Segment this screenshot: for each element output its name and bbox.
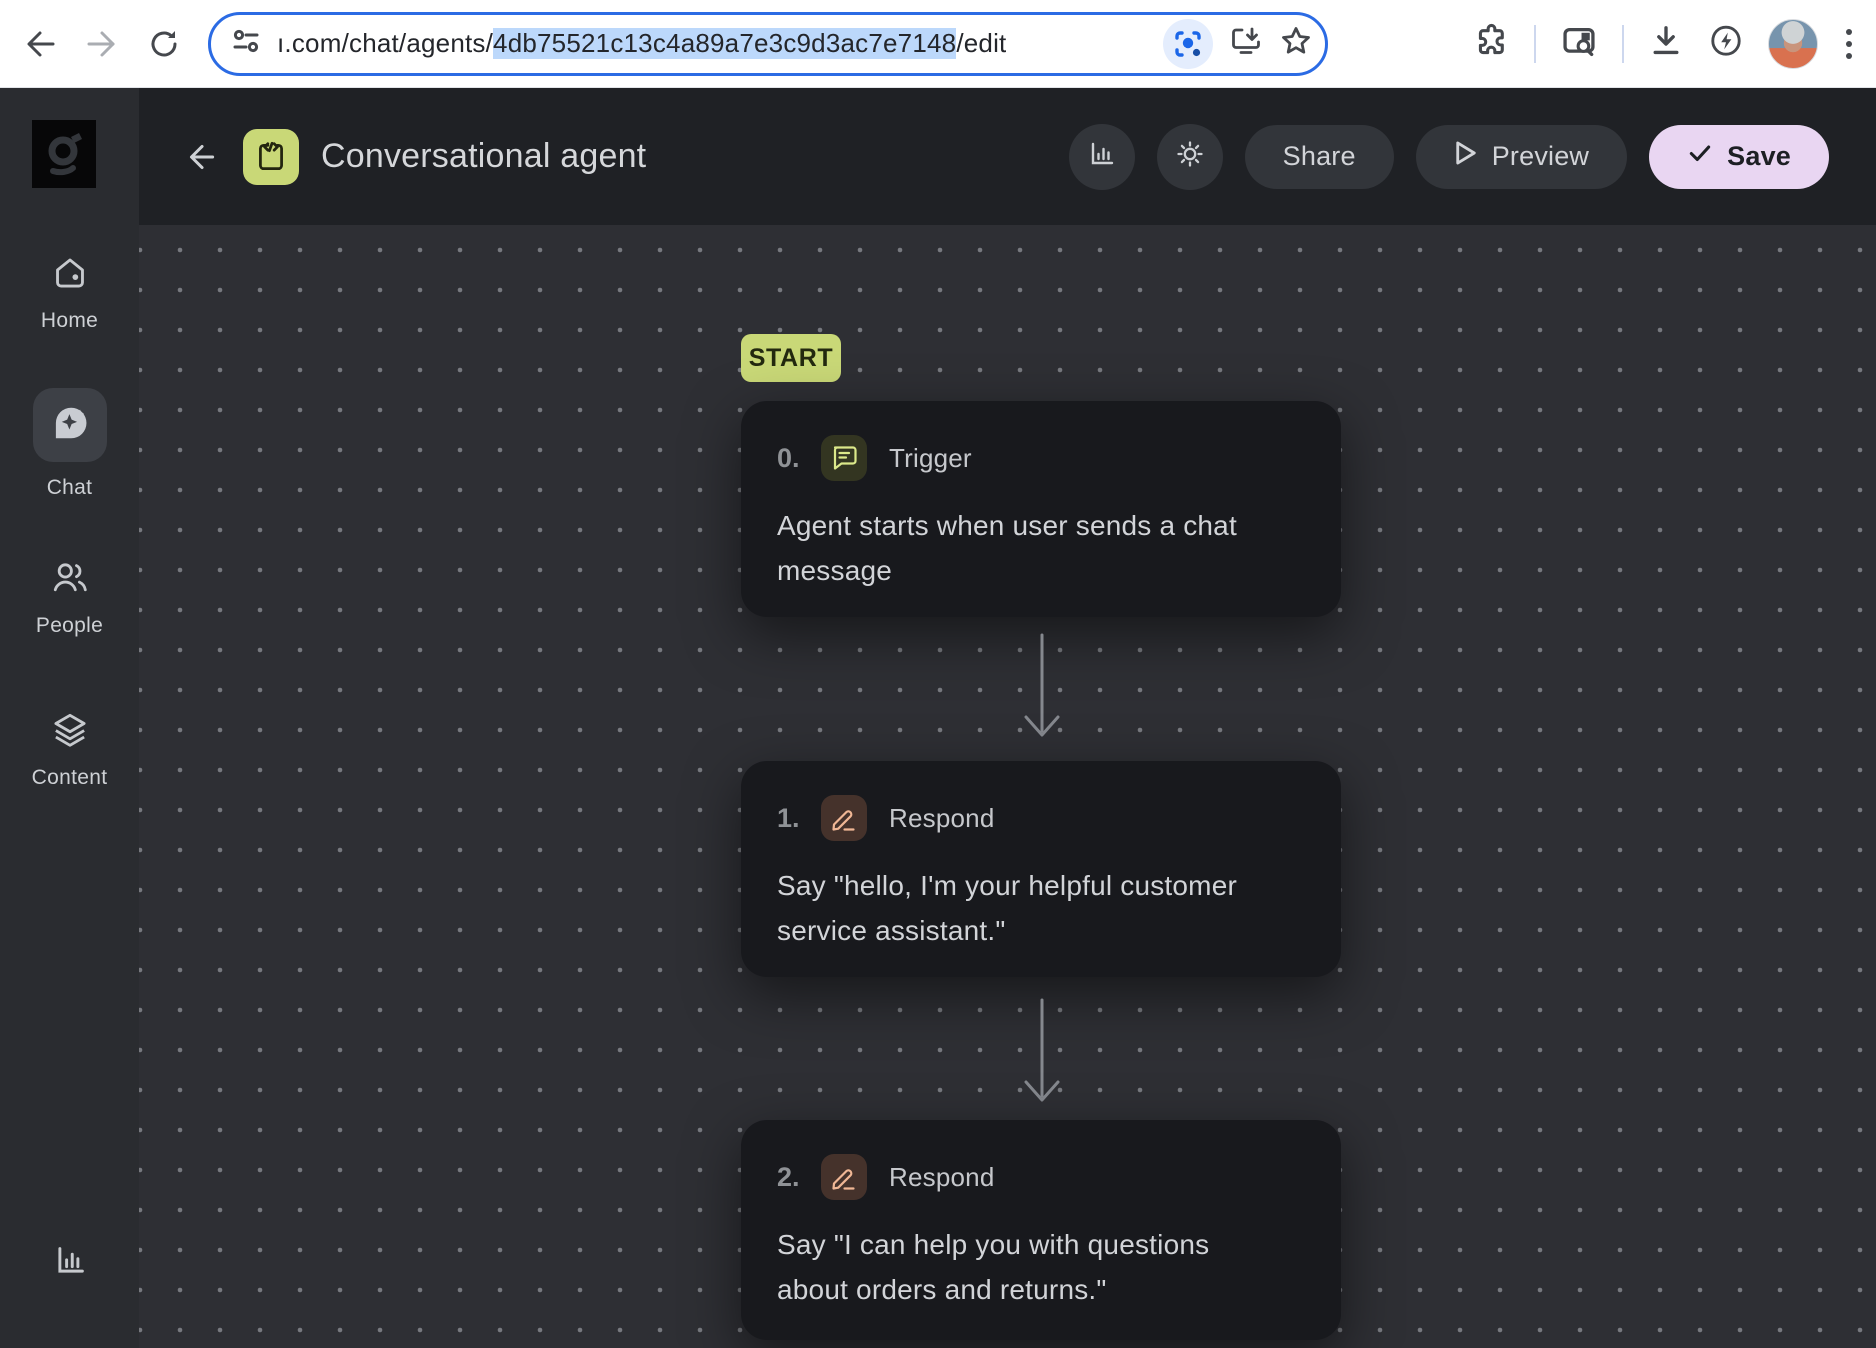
node-index: 1.: [777, 803, 821, 834]
agent-header: Conversational agent Share: [139, 88, 1876, 225]
connector-arrow: [1022, 998, 1062, 1108]
analytics-button[interactable]: [1069, 124, 1135, 190]
app-logo[interactable]: [32, 120, 96, 188]
sidebar-item-home[interactable]: Home: [0, 251, 139, 333]
sidebar-item-label: Home: [41, 309, 98, 333]
home-icon: [51, 251, 89, 295]
back-icon[interactable]: [18, 22, 62, 66]
profile-avatar[interactable]: [1768, 19, 1818, 69]
extensions-icon[interactable]: [1474, 23, 1510, 64]
bookmark-star-icon[interactable]: [1279, 24, 1313, 63]
flow-node-respond[interactable]: 1. Respond Say "hello, I'm your helpful …: [741, 761, 1341, 977]
site-settings-icon[interactable]: [231, 26, 261, 61]
lens-icon[interactable]: [1163, 19, 1213, 69]
people-icon: [50, 556, 90, 600]
node-type-label: Respond: [889, 803, 994, 834]
sidebar-item-chat[interactable]: Chat: [0, 388, 139, 500]
url-selected-text: 4db75521c13c4a89a7e3c9d3ac7e7148: [493, 28, 956, 59]
sidebar-item-people[interactable]: People: [0, 556, 139, 638]
forward-icon[interactable]: [80, 22, 124, 66]
browser-menu-icon[interactable]: [1842, 25, 1856, 63]
page-title[interactable]: Conversational agent: [321, 137, 646, 176]
sidebar: Home Chat People Con: [0, 88, 139, 1348]
toolbar-divider: [1622, 25, 1624, 63]
sidebar-item-label: Chat: [47, 476, 93, 500]
sidebar-item-label: Content: [32, 766, 108, 790]
url-bar[interactable]: ı.com/chat/agents/4db75521c13c4a89a7e3c9…: [208, 12, 1328, 76]
energy-saver-icon[interactable]: [1708, 23, 1744, 64]
gear-icon: [1173, 137, 1207, 176]
download-icon[interactable]: [1648, 23, 1684, 64]
analytics-icon: [1086, 138, 1118, 175]
settings-button[interactable]: [1157, 124, 1223, 190]
sidebar-item-content[interactable]: Content: [0, 708, 139, 790]
url-text[interactable]: ı.com/chat/agents/4db75521c13c4a89a7e3c9…: [277, 28, 1006, 59]
browser-toolbar: ı.com/chat/agents/4db75521c13c4a89a7e3c9…: [0, 0, 1876, 88]
share-button[interactable]: Share: [1245, 125, 1394, 189]
pen-icon: [821, 795, 867, 841]
save-page-icon[interactable]: [1229, 24, 1263, 63]
agent-code-icon: [243, 129, 299, 185]
chat-sparkle-icon: [50, 403, 90, 448]
node-index: 2.: [777, 1162, 821, 1193]
message-icon: [821, 435, 867, 481]
reload-icon[interactable]: [142, 22, 186, 66]
node-type-label: Respond: [889, 1162, 994, 1193]
pen-icon: [821, 1154, 867, 1200]
side-panel-search-icon[interactable]: [1560, 22, 1598, 65]
node-body-text: Say "hello, I'm your helpful customer se…: [777, 863, 1277, 953]
node-body-text: Say "I can help you with questions about…: [777, 1222, 1277, 1312]
flow-canvas[interactable]: START 0. Trigger Agent starts when user …: [139, 225, 1876, 1348]
analytics-icon: [52, 1243, 88, 1284]
start-badge: START: [741, 334, 841, 382]
check-icon: [1687, 140, 1713, 173]
back-arrow-icon[interactable]: [183, 139, 219, 175]
flow-node-respond[interactable]: 2. Respond Say "I can help you with ques…: [741, 1120, 1341, 1340]
layers-icon: [50, 708, 90, 752]
toolbar-divider: [1534, 25, 1536, 63]
flow-node-trigger[interactable]: 0. Trigger Agent starts when user sends …: [741, 401, 1341, 617]
node-index: 0.: [777, 443, 821, 474]
play-icon: [1454, 140, 1478, 173]
node-body-text: Agent starts when user sends a chat mess…: [777, 503, 1277, 593]
sidebar-item-label: People: [36, 614, 103, 638]
node-type-label: Trigger: [889, 443, 972, 474]
save-button[interactable]: Save: [1649, 125, 1829, 189]
preview-button[interactable]: Preview: [1416, 125, 1627, 189]
sidebar-analytics[interactable]: [0, 1243, 139, 1284]
screen: ı.com/chat/agents/4db75521c13c4a89a7e3c9…: [0, 0, 1876, 1348]
connector-arrow: [1022, 633, 1062, 743]
